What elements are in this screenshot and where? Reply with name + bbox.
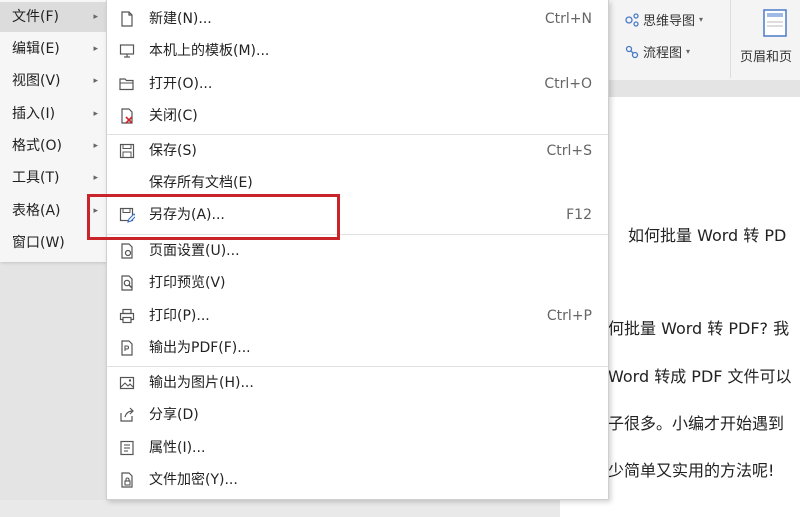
- menu-label: 表格(A): [12, 203, 61, 219]
- menu-item-open[interactable]: 打开(O)... Ctrl+O: [107, 68, 608, 100]
- menu-label: 窗口(W): [12, 235, 65, 251]
- menu-item-label: 新建(N)...: [149, 11, 212, 27]
- menu-item-label: 本机上的模板(M)...: [149, 43, 270, 59]
- folder-open-icon: [119, 78, 134, 91]
- menu-view[interactable]: 视图(V) ▸: [0, 66, 106, 96]
- page-setup-icon: [121, 243, 133, 259]
- share-icon: [120, 407, 134, 422]
- header-footer-label: 页眉和页: [740, 50, 793, 65]
- document-line: Word 转成 PDF 文件可以: [608, 367, 792, 386]
- flowchart-label: 流程图: [643, 46, 683, 61]
- menu-file[interactable]: 文件(F) ▸: [0, 2, 106, 32]
- menu-item-save[interactable]: 保存(S) Ctrl+S: [107, 135, 608, 167]
- chevron-down-icon: ▾: [699, 15, 704, 24]
- header-footer-icon: [763, 9, 787, 37]
- menu-tools[interactable]: 工具(T) ▸: [0, 163, 106, 193]
- properties-icon: [120, 440, 134, 456]
- menu-item-template[interactable]: 本机上的模板(M)...: [107, 35, 608, 67]
- chevron-right-icon: ▸: [93, 109, 98, 119]
- menu-item-label: 输出为PDF(F)...: [149, 340, 251, 356]
- chevron-right-icon: ▸: [93, 76, 98, 86]
- shortcut-label: Ctrl+S: [546, 143, 592, 159]
- export-image-icon: [119, 376, 135, 390]
- menu-item-encrypt[interactable]: 文件加密(Y)...: [107, 464, 608, 496]
- menu-label: 插入(I): [12, 106, 56, 122]
- flowchart-icon: [625, 45, 639, 58]
- mindmap-label: 思维导图: [643, 14, 696, 29]
- save-as-highlight-box: [87, 194, 340, 240]
- menu-item-export-image[interactable]: 输出为图片(H)...: [107, 367, 608, 399]
- close-doc-icon: [121, 108, 133, 124]
- menu-label: 文件(F): [12, 9, 59, 25]
- chevron-right-icon: ▸: [93, 173, 98, 183]
- menu-item-label: 打印预览(V): [149, 275, 226, 291]
- file-menu-dropdown: 新建(N)... Ctrl+N 本机上的模板(M)... 打开(O)... Ct…: [106, 0, 609, 500]
- menu-label: 视图(V): [12, 73, 61, 89]
- menu-item-label: 文件加密(Y)...: [149, 472, 238, 488]
- chevron-right-icon: ▸: [93, 44, 98, 54]
- printer-icon: [119, 308, 135, 324]
- menu-item-label: 保存(S): [149, 143, 197, 159]
- print-preview-icon: [121, 275, 133, 291]
- chevron-right-icon: ▸: [93, 141, 98, 151]
- menu-item-properties[interactable]: 属性(I)...: [107, 432, 608, 464]
- chevron-down-icon: ▾: [686, 47, 691, 56]
- menu-item-label: 打开(O)...: [149, 76, 213, 92]
- ribbon-divider: [730, 0, 731, 78]
- template-icon: [119, 44, 135, 58]
- menu-label: 工具(T): [12, 170, 60, 186]
- menu-label: 格式(O): [12, 138, 62, 154]
- document-line: 何批量 Word 转 PDF? 我: [608, 319, 790, 338]
- menu-item-print-preview[interactable]: 打印预览(V): [107, 267, 608, 299]
- menu-item-label: 输出为图片(H)...: [149, 375, 254, 391]
- new-file-icon: [121, 11, 133, 27]
- menu-label: 编辑(E): [12, 41, 60, 57]
- document-line: 少简单又实用的方法呢!: [608, 461, 775, 480]
- shortcut-label: Ctrl+O: [544, 76, 592, 92]
- menu-item-share[interactable]: 分享(D): [107, 399, 608, 431]
- menu-item-print[interactable]: 打印(P)... Ctrl+P: [107, 300, 608, 332]
- shortcut-label: Ctrl+N: [544, 11, 592, 27]
- menu-item-label: 关闭(C): [149, 108, 198, 124]
- menu-item-label: 属性(I)...: [149, 440, 206, 456]
- mindmap-icon: [625, 12, 639, 27]
- menu-insert[interactable]: 插入(I) ▸: [0, 99, 106, 129]
- document-line: 子很多。小编才开始遇到: [608, 414, 785, 433]
- flowchart-button[interactable]: 流程图 ▾: [625, 42, 690, 61]
- menu-item-close[interactable]: 关闭(C): [107, 100, 608, 132]
- encrypt-icon: [121, 472, 133, 488]
- shortcut-label: Ctrl+P: [546, 308, 592, 324]
- menu-format[interactable]: 格式(O) ▸: [0, 131, 106, 161]
- menu-item-label: 分享(D): [149, 407, 199, 423]
- header-footer-button[interactable]: 页眉和页: [740, 8, 800, 78]
- export-pdf-icon: [121, 340, 133, 356]
- shortcut-label: F12: [566, 207, 592, 223]
- menu-item-new[interactable]: 新建(N)... Ctrl+N: [107, 3, 608, 35]
- menu-item-export-pdf[interactable]: 输出为PDF(F)...: [107, 332, 608, 364]
- chevron-right-icon: ▸: [93, 12, 98, 22]
- save-icon: [119, 143, 135, 159]
- mindmap-button[interactable]: 思维导图 ▾: [625, 10, 703, 29]
- document-title: 如何批量 Word 转 PD: [628, 226, 787, 245]
- menu-item-label: 打印(P)...: [149, 308, 210, 324]
- menu-edit[interactable]: 编辑(E) ▸: [0, 34, 106, 64]
